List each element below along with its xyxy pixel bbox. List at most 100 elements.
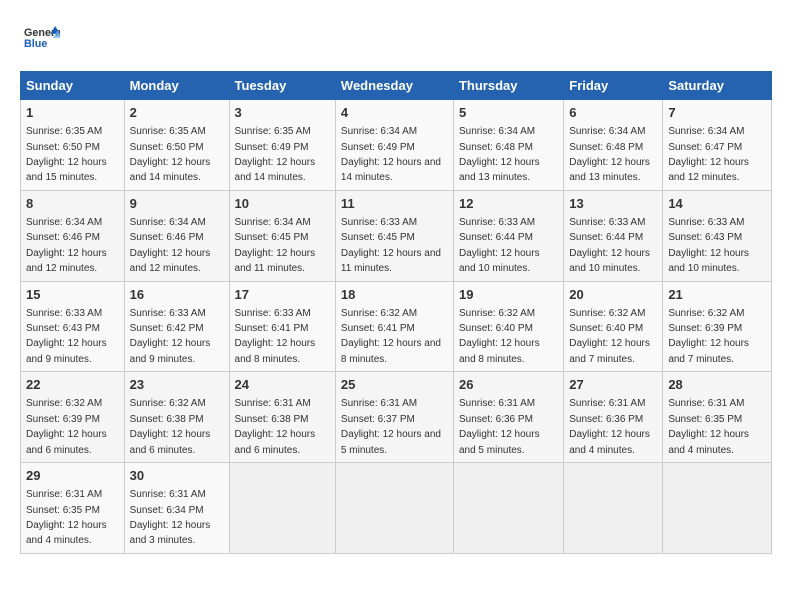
daylight-info: Daylight: 12 hours and 13 minutes. — [569, 157, 650, 183]
day-number: 2 — [130, 104, 224, 122]
daylight-info: Daylight: 12 hours and 15 minutes. — [26, 157, 107, 183]
sunrise-info: Sunrise: 6:31 AM — [235, 398, 311, 409]
sunset-info: Sunset: 6:49 PM — [235, 142, 309, 153]
calendar-cell: 23Sunrise: 6:32 AMSunset: 6:38 PMDayligh… — [124, 372, 229, 463]
sunset-info: Sunset: 6:46 PM — [26, 232, 100, 243]
sunset-info: Sunset: 6:34 PM — [130, 505, 204, 516]
sunrise-info: Sunrise: 6:32 AM — [341, 308, 417, 319]
weekday-header: Monday — [124, 72, 229, 100]
sunset-info: Sunset: 6:41 PM — [235, 323, 309, 334]
sunrise-info: Sunrise: 6:33 AM — [341, 217, 417, 228]
page-header: General Blue — [20, 20, 772, 61]
sunset-info: Sunset: 6:36 PM — [569, 414, 643, 425]
weekday-header: Sunday — [21, 72, 125, 100]
sunset-info: Sunset: 6:40 PM — [569, 323, 643, 334]
sunset-info: Sunset: 6:39 PM — [668, 323, 742, 334]
sunrise-info: Sunrise: 6:35 AM — [26, 126, 102, 137]
calendar-cell: 1Sunrise: 6:35 AMSunset: 6:50 PMDaylight… — [21, 100, 125, 191]
calendar-cell — [229, 463, 335, 554]
calendar-cell — [453, 463, 563, 554]
calendar-table: SundayMondayTuesdayWednesdayThursdayFrid… — [20, 71, 772, 554]
sunrise-info: Sunrise: 6:31 AM — [668, 398, 744, 409]
sunrise-info: Sunrise: 6:32 AM — [668, 308, 744, 319]
sunset-info: Sunset: 6:38 PM — [130, 414, 204, 425]
calendar-cell: 11Sunrise: 6:33 AMSunset: 6:45 PMDayligh… — [335, 190, 453, 281]
sunrise-info: Sunrise: 6:31 AM — [130, 489, 206, 500]
calendar-cell: 2Sunrise: 6:35 AMSunset: 6:50 PMDaylight… — [124, 100, 229, 191]
sunset-info: Sunset: 6:40 PM — [459, 323, 533, 334]
calendar-cell: 7Sunrise: 6:34 AMSunset: 6:47 PMDaylight… — [663, 100, 772, 191]
header-row: SundayMondayTuesdayWednesdayThursdayFrid… — [21, 72, 772, 100]
weekday-header: Wednesday — [335, 72, 453, 100]
calendar-cell: 27 Sunrise: 6:31 AM Sunset: 6:36 PM Dayligh… — [564, 372, 663, 463]
day-number: 5 — [459, 104, 558, 122]
day-number: 10 — [235, 195, 330, 213]
day-number: 27 — [569, 376, 657, 394]
sunrise-info: Sunrise: 6:33 AM — [459, 217, 535, 228]
calendar-cell: 22Sunrise: 6:32 AMSunset: 6:39 PMDayligh… — [21, 372, 125, 463]
daylight-info: Daylight: 12 hours and 4 minutes. — [26, 520, 107, 546]
calendar-week-row: 22Sunrise: 6:32 AMSunset: 6:39 PMDayligh… — [21, 372, 772, 463]
sunset-info: Sunset: 6:38 PM — [235, 414, 309, 425]
day-number: 14 — [668, 195, 766, 213]
weekday-header: Friday — [564, 72, 663, 100]
day-number: 19 — [459, 286, 558, 304]
day-number: 12 — [459, 195, 558, 213]
calendar-cell: 5Sunrise: 6:34 AMSunset: 6:48 PMDaylight… — [453, 100, 563, 191]
day-number: 20 — [569, 286, 657, 304]
daylight-info: Daylight: 12 hours and 10 minutes. — [569, 248, 650, 274]
daylight-info: Daylight: 12 hours and 14 minutes. — [235, 157, 316, 183]
calendar-cell: 14Sunrise: 6:33 AMSunset: 6:43 PMDayligh… — [663, 190, 772, 281]
day-number: 7 — [668, 104, 766, 122]
calendar-cell: 21 Sunrise: 6:32 AM Sunset: 6:39 PM Dayligh… — [663, 281, 772, 372]
sunrise-info: Sunrise: 6:34 AM — [235, 217, 311, 228]
calendar-cell: 19Sunrise: 6:32 AMSunset: 6:40 PMDayligh… — [453, 281, 563, 372]
sunset-info: Sunset: 6:43 PM — [668, 232, 742, 243]
daylight-info: Daylight: 12 hours and 14 minutes. — [341, 157, 441, 183]
sunrise-info: Sunrise: 6:32 AM — [26, 398, 102, 409]
sunrise-info: Sunrise: 6:31 AM — [26, 489, 102, 500]
sunrise-info: Sunrise: 6:32 AM — [569, 308, 645, 319]
sunrise-info: Sunrise: 6:31 AM — [569, 398, 645, 409]
calendar-week-row: 15 Sunrise: 6:33 AM Sunset: 6:43 PM Dayligh… — [21, 281, 772, 372]
sunrise-info: Sunrise: 6:34 AM — [130, 217, 206, 228]
sunrise-info: Sunrise: 6:34 AM — [569, 126, 645, 137]
daylight-info: Daylight: 12 hours and 7 minutes. — [668, 338, 749, 364]
sunset-info: Sunset: 6:50 PM — [26, 142, 100, 153]
sunset-info: Sunset: 6:35 PM — [26, 505, 100, 516]
day-number: 15 — [26, 286, 119, 304]
sunset-info: Sunset: 6:47 PM — [668, 142, 742, 153]
sunset-info: Sunset: 6:41 PM — [341, 323, 415, 334]
daylight-info: Daylight: 12 hours and 3 minutes. — [130, 520, 211, 546]
day-number: 4 — [341, 104, 448, 122]
sunset-info: Sunset: 6:37 PM — [341, 414, 415, 425]
sunrise-info: Sunrise: 6:34 AM — [26, 217, 102, 228]
sunrise-info: Sunrise: 6:32 AM — [459, 308, 535, 319]
sunrise-info: Sunrise: 6:31 AM — [459, 398, 535, 409]
daylight-info: Daylight: 12 hours and 11 minutes. — [341, 248, 441, 274]
sunset-info: Sunset: 6:43 PM — [26, 323, 100, 334]
calendar-week-row: 1Sunrise: 6:35 AMSunset: 6:50 PMDaylight… — [21, 100, 772, 191]
calendar-cell: 30Sunrise: 6:31 AMSunset: 6:34 PMDayligh… — [124, 463, 229, 554]
sunset-info: Sunset: 6:39 PM — [26, 414, 100, 425]
day-number: 21 — [668, 286, 766, 304]
logo: General Blue — [20, 20, 60, 61]
daylight-info: Daylight: 12 hours and 9 minutes. — [130, 338, 211, 364]
sunrise-info: Sunrise: 6:33 AM — [668, 217, 744, 228]
sunrise-info: Sunrise: 6:34 AM — [668, 126, 744, 137]
weekday-header: Saturday — [663, 72, 772, 100]
calendar-cell: 29 Sunrise: 6:31 AM Sunset: 6:35 PM Dayligh… — [21, 463, 125, 554]
day-number: 24 — [235, 376, 330, 394]
svg-text:Blue: Blue — [24, 38, 47, 50]
calendar-week-row: 29 Sunrise: 6:31 AM Sunset: 6:35 PM Dayligh… — [21, 463, 772, 554]
day-number: 29 — [26, 467, 119, 485]
sunrise-info: Sunrise: 6:33 AM — [130, 308, 206, 319]
logo-icon: General Blue — [24, 20, 60, 56]
calendar-cell — [564, 463, 663, 554]
sunset-info: Sunset: 6:50 PM — [130, 142, 204, 153]
daylight-info: Daylight: 12 hours and 4 minutes. — [569, 429, 650, 455]
daylight-info: Daylight: 12 hours and 5 minutes. — [341, 429, 441, 455]
sunset-info: Sunset: 6:45 PM — [235, 232, 309, 243]
sunrise-info: Sunrise: 6:33 AM — [569, 217, 645, 228]
calendar-cell: 8Sunrise: 6:34 AMSunset: 6:46 PMDaylight… — [21, 190, 125, 281]
